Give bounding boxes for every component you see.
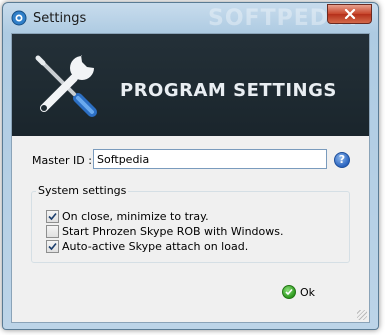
checkmark-icon <box>48 212 57 221</box>
checkbox-checked[interactable] <box>46 210 59 223</box>
ok-label: Ok <box>300 285 316 299</box>
help-button[interactable]: ? <box>334 152 350 168</box>
title-bar[interactable]: Settings SOFTPEDIA <box>3 3 378 33</box>
close-icon <box>344 9 355 19</box>
page-title: PROGRAM SETTINGS <box>120 80 337 101</box>
resize-grip[interactable] <box>357 310 367 320</box>
checkbox-label: Auto-active Skype attach on load. <box>62 240 249 253</box>
close-button[interactable] <box>327 4 372 24</box>
wrench-screwdriver-icon <box>30 50 100 123</box>
checkbox-unchecked[interactable] <box>46 225 59 238</box>
master-id-label: Master ID : <box>32 154 92 167</box>
checkbox-checked[interactable] <box>46 240 59 253</box>
system-settings-title: System settings <box>36 184 129 197</box>
app-icon <box>11 10 27 26</box>
window-title: Settings <box>33 11 87 26</box>
check-circle-icon <box>282 285 296 299</box>
master-id-input[interactable] <box>93 149 327 169</box>
checkbox-start-with-windows[interactable]: Start Phrozen Skype ROB with Windows. <box>46 225 284 238</box>
checkmark-icon <box>48 242 57 251</box>
settings-header-banner: PROGRAM SETTINGS <box>12 34 369 136</box>
checkbox-minimize-to-tray[interactable]: On close, minimize to tray. <box>46 210 209 223</box>
ok-button[interactable]: Ok <box>282 282 327 302</box>
help-icon: ? <box>338 153 346 166</box>
checkbox-label: Start Phrozen Skype ROB with Windows. <box>62 225 284 238</box>
checkbox-label: On close, minimize to tray. <box>62 210 209 223</box>
dialog-client-area: PROGRAM SETTINGS Master ID : ? System se… <box>11 33 370 323</box>
settings-window: Settings SOFTPEDIA PROGRAM SETTINGS Mast… <box>2 2 379 330</box>
checkbox-auto-attach[interactable]: Auto-active Skype attach on load. <box>46 240 248 253</box>
